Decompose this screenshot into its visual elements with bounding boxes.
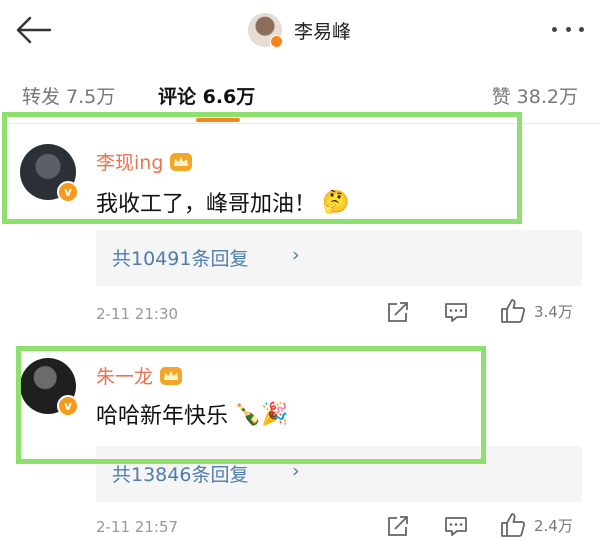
like-button[interactable]: 2.4万 [500, 512, 573, 538]
like-count: 3.4万 [534, 302, 573, 321]
highlight-box [2, 112, 522, 224]
share-button[interactable] [386, 300, 410, 324]
tab-comment[interactable]: 评论 6.6万 [158, 82, 255, 109]
replies-count: 共10491条回复 [112, 248, 249, 270]
comment-time: 2-11 21:57 [96, 518, 179, 536]
like-button[interactable]: 3.4万 [500, 298, 573, 324]
thumbs-up-icon [501, 513, 526, 537]
like-count: 2.4万 [534, 516, 573, 535]
highlight-box [16, 346, 486, 464]
comment-button[interactable] [444, 300, 468, 324]
share-icon [388, 302, 408, 322]
chevron-right-icon: › [292, 244, 300, 266]
top-bar: 李易峰 [0, 0, 600, 60]
thumbs-up-icon [501, 299, 526, 323]
more-dots-icon[interactable] [548, 14, 588, 44]
comment-time: 2-11 21:30 [96, 305, 179, 323]
replies-link[interactable]: 共10491条回复 › [96, 230, 582, 286]
page-title: 李易峰 [294, 20, 352, 43]
avatar[interactable] [248, 13, 283, 48]
back-button[interactable] [14, 12, 54, 48]
back-arrow-icon [16, 16, 52, 44]
comment-button[interactable] [444, 514, 468, 538]
tab-repost[interactable]: 转发 7.5万 [22, 82, 115, 109]
comment-icon [445, 517, 467, 536]
comment-icon [445, 303, 467, 322]
profile-header[interactable]: 李易峰 [248, 10, 351, 50]
replies-count: 共13846条回复 [112, 464, 249, 486]
tab-like[interactable]: 赞 38.2万 [492, 82, 578, 109]
verified-badge-icon [270, 35, 283, 48]
share-icon [388, 516, 408, 536]
share-button[interactable] [386, 514, 410, 538]
